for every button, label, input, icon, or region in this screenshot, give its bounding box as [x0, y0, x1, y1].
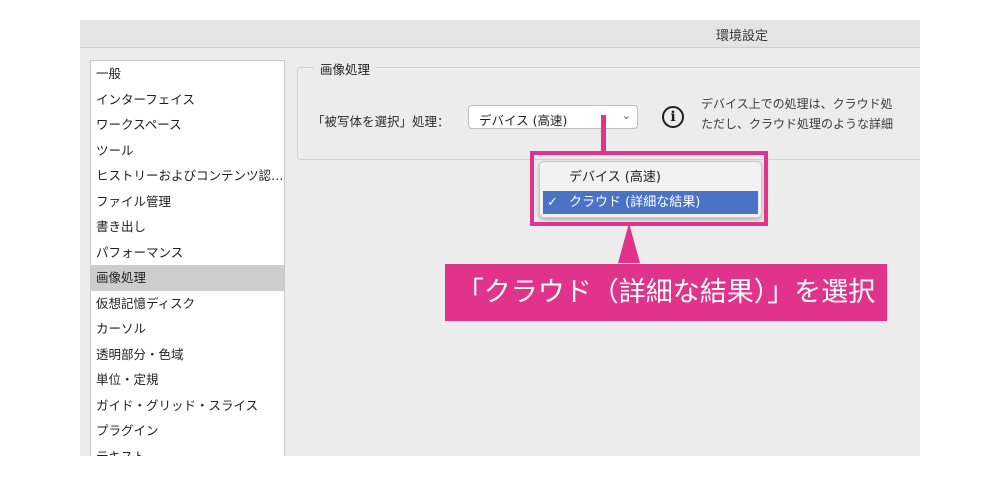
sidebar-item-general[interactable]: 一般	[91, 61, 284, 87]
sidebar-item-file-handling[interactable]: ファイル管理	[91, 189, 284, 215]
sidebar-item-tools[interactable]: ツール	[91, 138, 284, 164]
title-bar: 環境設定	[80, 20, 920, 48]
preferences-window: 環境設定 一般 インターフェイス ワークスペース ツール ヒストリーおよびコンテ…	[80, 20, 920, 456]
sidebar-item-guides-grid-slices[interactable]: ガイド・グリッド・スライス	[91, 393, 284, 419]
image-processing-group: 画像処理 「被写体を選択」処理： デバイス (高速) ⌄ i デバイス上での処理…	[297, 59, 920, 160]
description-line-2: ただし、クラウド処理のような詳細	[701, 117, 894, 131]
instruction-banner: 「クラウド（詳細な結果）」を選択	[445, 264, 887, 321]
select-subject-processing-label: 「被写体を選択」処理：	[312, 114, 450, 129]
callout-highlight-box	[530, 151, 768, 226]
sidebar-item-history-content-credentials[interactable]: ヒストリーおよびコンテンツ認…	[91, 163, 284, 189]
sidebar-item-transparency-gamut[interactable]: 透明部分・色域	[91, 342, 284, 368]
sidebar-item-plugins[interactable]: プラグイン	[91, 418, 284, 444]
sidebar-item-scratch-disks[interactable]: 仮想記憶ディスク	[91, 291, 284, 317]
sidebar-item-workspace[interactable]: ワークスペース	[91, 112, 284, 138]
sidebar-item-cursors[interactable]: カーソル	[91, 316, 284, 342]
window-title: 環境設定	[716, 29, 769, 44]
callout-connector	[601, 115, 606, 155]
select-value: デバイス (高速)	[479, 113, 568, 128]
sidebar-item-units-rulers[interactable]: 単位・定規	[91, 367, 284, 393]
group-title: 画像処理	[314, 59, 377, 78]
preferences-sidebar: 一般 インターフェイス ワークスペース ツール ヒストリーおよびコンテンツ認… …	[90, 60, 285, 456]
sidebar-item-type[interactable]: テキスト	[91, 444, 284, 457]
chevron-down-icon: ⌄	[621, 109, 631, 122]
description-line-1: デバイス上での処理は、クラウド処	[701, 97, 893, 111]
info-circle-icon[interactable]: i	[662, 106, 684, 128]
sidebar-item-performance[interactable]: パフォーマンス	[91, 240, 284, 266]
sidebar-item-image-processing[interactable]: 画像処理	[91, 265, 284, 291]
sidebar-item-export[interactable]: 書き出し	[91, 214, 284, 240]
sidebar-item-interface[interactable]: インターフェイス	[91, 87, 284, 113]
callout-pointer	[618, 223, 640, 263]
processing-mode-select[interactable]: デバイス (高速) ⌄	[468, 105, 638, 129]
